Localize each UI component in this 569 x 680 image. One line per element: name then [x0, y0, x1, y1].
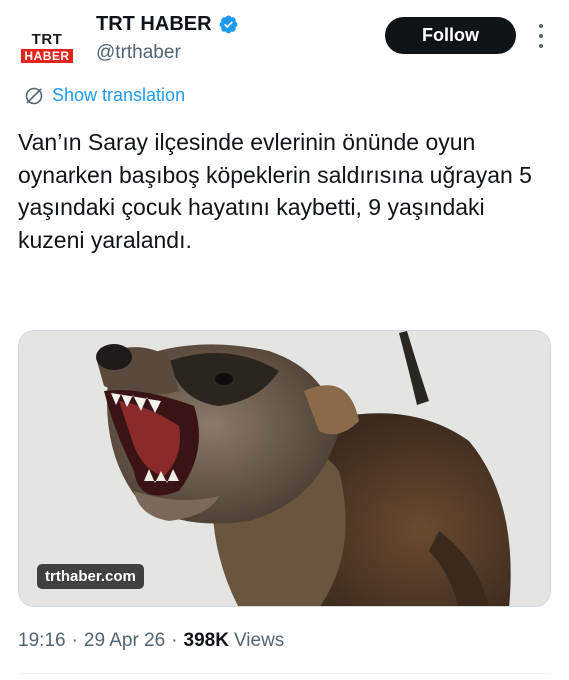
- follow-button[interactable]: Follow: [385, 17, 516, 54]
- views-count: 398K: [183, 630, 229, 651]
- avatar-logo-bottom: HABER: [21, 48, 73, 63]
- tweet-date[interactable]: 29 Apr 26: [84, 630, 165, 652]
- tweet: TRT HABER TRT HABER @trthaber Follow Sho…: [0, 0, 569, 680]
- divider: [18, 673, 551, 674]
- globe-slash-icon: [25, 87, 43, 104]
- show-translation-label: Show translation: [52, 85, 186, 105]
- display-name[interactable]: TRT HABER: [96, 13, 212, 36]
- tweet-time[interactable]: 19:16: [18, 630, 66, 652]
- tweet-meta: 19:16 · 29 Apr 26 · 398K Views: [18, 630, 284, 652]
- more-vertical-icon[interactable]: [533, 24, 549, 48]
- tweet-image[interactable]: trthaber.com: [18, 330, 551, 607]
- media-source-badge: trthaber.com: [37, 564, 144, 589]
- meta-separator: ·: [71, 630, 78, 651]
- meta-separator: ·: [171, 630, 178, 651]
- handle[interactable]: @trthaber: [96, 42, 181, 64]
- verified-badge-icon: [218, 14, 239, 35]
- avatar[interactable]: TRT HABER: [18, 18, 76, 76]
- avatar-logo-top: TRT: [31, 30, 63, 48]
- views-label: Views: [233, 630, 285, 651]
- show-translation-link[interactable]: Show translation: [24, 85, 185, 106]
- name-row: TRT HABER: [96, 13, 239, 36]
- tweet-text: Van’ın Saray ilçesinde evlerinin önünde …: [18, 129, 532, 253]
